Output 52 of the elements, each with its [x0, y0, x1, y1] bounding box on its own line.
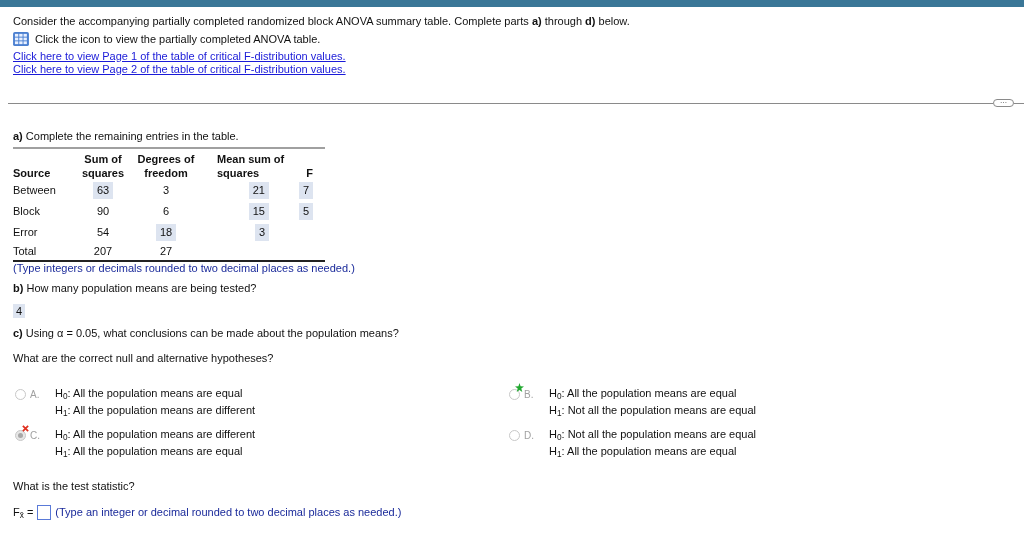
radio-button[interactable]: [15, 430, 26, 441]
table-cell-text: 54: [95, 225, 111, 240]
table-cell-text: Between: [13, 183, 56, 198]
alternative-hypothesis: H$_{1}$: All the population means are different: [55, 404, 256, 417]
instructions-text: Consider the accompanying partially completed randomized block ANOVA summary table. Complete parts a) through d) below.: [13, 15, 631, 28]
table-cell-text: Block: [13, 204, 40, 219]
part-a-prompt: a) Complete the remaining entries in the table.: [13, 130, 239, 142]
column-header: Degrees of freedom: [136, 152, 196, 180]
null-hypothesis: H$_{0}$: Not all the population means are equal: [549, 428, 756, 441]
table-cell-text: Error: [13, 225, 38, 240]
answer-field[interactable]: [37, 505, 52, 520]
option-letter: C.: [30, 429, 40, 442]
radio-button[interactable]: [15, 389, 26, 400]
column-header: Mean sum of squares: [217, 152, 286, 180]
table-cell-text: 27: [158, 244, 174, 259]
table-cell: 21: [248, 182, 269, 199]
table-cell-text: 207: [92, 244, 114, 259]
table-cell: 7: [298, 182, 313, 199]
option-letter: B.: [524, 388, 534, 401]
option-letter: D.: [524, 429, 534, 442]
answer-value: 4: [13, 304, 26, 318]
table-cell-text: 90: [95, 204, 111, 219]
table-cell-text: 6: [161, 204, 171, 219]
table-cell: 18: [155, 224, 177, 241]
option-letter: A.: [30, 388, 40, 401]
null-hypothesis: H$_{0}$: All the population means are equal: [55, 387, 244, 400]
table-cell-text: 3: [161, 183, 171, 198]
statistic-label: F$_{x̄}$ =: [13, 506, 34, 519]
test-question: What is the test statistic?: [13, 480, 135, 492]
alternative-hypothesis: H$_{1}$: All the population means are equal: [55, 445, 244, 458]
table-cell: 5: [298, 203, 313, 220]
table-note: (Type integers or decimals rounded to two decimal places as needed.): [13, 262, 356, 275]
table-cell: 15: [248, 203, 269, 220]
part-b-prompt: b) How many population means are being tested?: [13, 282, 257, 294]
radio-button[interactable]: [509, 430, 520, 441]
column-header: Source: [13, 166, 51, 180]
f-table-link[interactable]: Click here to view Page 1 of the table of critical F-distribution values.: [13, 50, 346, 63]
hypotheses-question: What are the correct null and alternative hypotheses?: [13, 352, 274, 364]
column-header: F: [306, 166, 313, 180]
null-hypothesis: H$_{0}$: All the population means are different: [55, 428, 256, 441]
null-hypothesis: H$_{0}$: All the population means are equal: [549, 387, 738, 400]
part-c-prompt: c) Using α = 0.05, what conclusions can be made about the population means?: [13, 327, 399, 339]
table-cell: 63: [92, 182, 114, 199]
statistic-note: (Type an integer or decimal rounded to two decimal places as needed.): [55, 506, 402, 519]
table-cell: 3: [254, 224, 269, 241]
alternative-hypothesis: H$_{1}$: All the population means are equal: [549, 445, 738, 458]
f-table-link[interactable]: Click here to view Page 2 of the table of critical F-distribution values.: [13, 63, 346, 76]
table-cell-text: Total: [13, 244, 37, 259]
alternative-hypothesis: H$_{1}$: Not all the population means are equal: [549, 404, 756, 417]
column-header: Sum of squares: [80, 152, 126, 180]
table-icon[interactable]: [13, 32, 29, 46]
icon-note: Click the icon to view the partially completed ANOVA table.: [35, 32, 321, 46]
